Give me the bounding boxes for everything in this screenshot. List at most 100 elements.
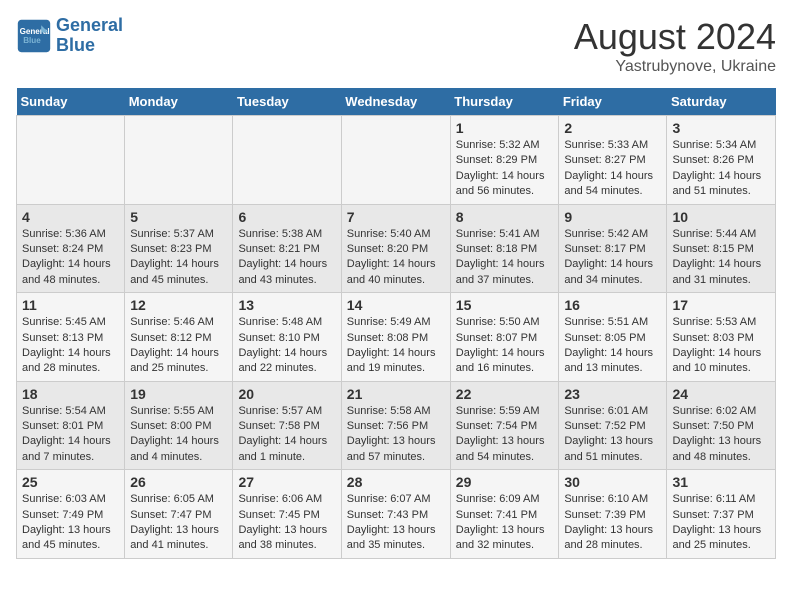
calendar-cell: 2 Sunrise: 5:33 AMSunset: 8:27 PMDaylight… <box>559 116 667 205</box>
day-number: 10 <box>672 209 770 225</box>
calendar-table: SundayMondayTuesdayWednesdayThursdayFrid… <box>16 88 776 559</box>
calendar-cell: 6 Sunrise: 5:38 AMSunset: 8:21 PMDaylight… <box>233 204 341 293</box>
day-info: Sunrise: 5:34 AMSunset: 8:26 PMDaylight:… <box>672 138 770 200</box>
logo-general: General <box>56 15 123 35</box>
calendar-cell: 7 Sunrise: 5:40 AMSunset: 8:20 PMDaylight… <box>341 204 450 293</box>
calendar-week-row: 1 Sunrise: 5:32 AMSunset: 8:29 PMDaylight… <box>17 116 776 205</box>
day-number: 18 <box>22 386 119 402</box>
day-info: Sunrise: 6:02 AMSunset: 7:50 PMDaylight:… <box>672 404 770 466</box>
day-number: 7 <box>347 209 445 225</box>
day-number: 19 <box>130 386 227 402</box>
calendar-week-row: 25 Sunrise: 6:03 AMSunset: 7:49 PMDayligh… <box>17 470 776 559</box>
calendar-cell: 1 Sunrise: 5:32 AMSunset: 8:29 PMDaylight… <box>450 116 559 205</box>
calendar-cell: 17Sunrise: 5:53 AMSunset: 8:03 PMDayligh… <box>667 293 776 382</box>
day-info: Sunrise: 5:33 AMSunset: 8:27 PMDaylight:… <box>564 138 661 200</box>
day-number: 16 <box>564 297 661 313</box>
day-number: 25 <box>22 474 119 490</box>
calendar-week-row: 11 Sunrise: 5:45 AMSunset: 8:13 PMDayligh… <box>17 293 776 382</box>
day-info: Sunrise: 5:42 AMSunset: 8:17 PMDaylight:… <box>564 227 661 289</box>
calendar-cell: 24 Sunrise: 6:02 AMSunset: 7:50 PMDayligh… <box>667 381 776 470</box>
day-number: 14 <box>347 297 445 313</box>
calendar-cell <box>125 116 233 205</box>
calendar-cell: 21 Sunrise: 5:58 AMSunset: 7:56 PMDayligh… <box>341 381 450 470</box>
day-info: Sunrise: 6:11 AMSunset: 7:37 PMDaylight:… <box>672 492 770 554</box>
day-info: Sunrise: 5:41 AMSunset: 8:18 PMDaylight:… <box>456 227 554 289</box>
calendar-cell: 10 Sunrise: 5:44 AMSunset: 8:15 PMDayligh… <box>667 204 776 293</box>
calendar-cell: 3 Sunrise: 5:34 AMSunset: 8:26 PMDaylight… <box>667 116 776 205</box>
col-header-tuesday: Tuesday <box>233 88 341 116</box>
day-info: Sunrise: 6:10 AMSunset: 7:39 PMDaylight:… <box>564 492 661 554</box>
calendar-cell: 9 Sunrise: 5:42 AMSunset: 8:17 PMDaylight… <box>559 204 667 293</box>
calendar-cell: 29Sunrise: 6:09 AMSunset: 7:41 PMDayligh… <box>450 470 559 559</box>
day-info: Sunrise: 5:48 AMSunset: 8:10 PMDaylight:… <box>238 315 335 377</box>
day-number: 3 <box>672 120 770 136</box>
col-header-friday: Friday <box>559 88 667 116</box>
day-info: Sunrise: 5:55 AMSunset: 8:00 PMDaylight:… <box>130 404 227 466</box>
day-number: 6 <box>238 209 335 225</box>
day-info: Sunrise: 6:01 AMSunset: 7:52 PMDaylight:… <box>564 404 661 466</box>
page-header: General Blue General Blue August 2024 Ya… <box>16 16 776 76</box>
calendar-cell: 27Sunrise: 6:06 AMSunset: 7:45 PMDayligh… <box>233 470 341 559</box>
calendar-cell <box>233 116 341 205</box>
day-info: Sunrise: 5:59 AMSunset: 7:54 PMDaylight:… <box>456 404 554 466</box>
day-number: 12 <box>130 297 227 313</box>
day-info: Sunrise: 5:40 AMSunset: 8:20 PMDaylight:… <box>347 227 445 289</box>
calendar-cell: 22 Sunrise: 5:59 AMSunset: 7:54 PMDayligh… <box>450 381 559 470</box>
day-info: Sunrise: 6:05 AMSunset: 7:47 PMDaylight:… <box>130 492 227 554</box>
day-number: 29 <box>456 474 554 490</box>
logo-icon: General Blue <box>16 18 52 54</box>
day-number: 8 <box>456 209 554 225</box>
calendar-cell: 20 Sunrise: 5:57 AMSunset: 7:58 PMDayligh… <box>233 381 341 470</box>
day-info: Sunrise: 5:45 AMSunset: 8:13 PMDaylight:… <box>22 315 119 377</box>
day-info: Sunrise: 5:44 AMSunset: 8:15 PMDaylight:… <box>672 227 770 289</box>
day-number: 31 <box>672 474 770 490</box>
day-info: Sunrise: 5:37 AMSunset: 8:23 PMDaylight:… <box>130 227 227 289</box>
calendar-cell: 18 Sunrise: 5:54 AMSunset: 8:01 PMDayligh… <box>17 381 125 470</box>
day-info: Sunrise: 5:36 AMSunset: 8:24 PMDaylight:… <box>22 227 119 289</box>
logo-text: General Blue <box>56 16 123 56</box>
day-number: 5 <box>130 209 227 225</box>
day-number: 9 <box>564 209 661 225</box>
day-info: Sunrise: 5:58 AMSunset: 7:56 PMDaylight:… <box>347 404 445 466</box>
calendar-cell: 4Sunrise: 5:36 AMSunset: 8:24 PMDaylight… <box>17 204 125 293</box>
day-number: 22 <box>456 386 554 402</box>
calendar-cell: 28Sunrise: 6:07 AMSunset: 7:43 PMDayligh… <box>341 470 450 559</box>
day-info: Sunrise: 5:49 AMSunset: 8:08 PMDaylight:… <box>347 315 445 377</box>
calendar-cell: 13Sunrise: 5:48 AMSunset: 8:10 PMDayligh… <box>233 293 341 382</box>
title-block: August 2024 Yastrubynove, Ukraine <box>574 16 776 76</box>
col-header-monday: Monday <box>125 88 233 116</box>
day-number: 21 <box>347 386 445 402</box>
day-info: Sunrise: 5:50 AMSunset: 8:07 PMDaylight:… <box>456 315 554 377</box>
calendar-cell <box>341 116 450 205</box>
day-info: Sunrise: 6:07 AMSunset: 7:43 PMDaylight:… <box>347 492 445 554</box>
calendar-cell: 25 Sunrise: 6:03 AMSunset: 7:49 PMDayligh… <box>17 470 125 559</box>
day-info: Sunrise: 6:03 AMSunset: 7:49 PMDaylight:… <box>22 492 119 554</box>
day-number: 1 <box>456 120 554 136</box>
day-info: Sunrise: 5:46 AMSunset: 8:12 PMDaylight:… <box>130 315 227 377</box>
col-header-saturday: Saturday <box>667 88 776 116</box>
logo-blue: Blue <box>56 35 95 55</box>
calendar-cell: 26 Sunrise: 6:05 AMSunset: 7:47 PMDayligh… <box>125 470 233 559</box>
calendar-cell: 14 Sunrise: 5:49 AMSunset: 8:08 PMDayligh… <box>341 293 450 382</box>
day-number: 26 <box>130 474 227 490</box>
col-header-sunday: Sunday <box>17 88 125 116</box>
calendar-week-row: 18 Sunrise: 5:54 AMSunset: 8:01 PMDayligh… <box>17 381 776 470</box>
day-number: 11 <box>22 297 119 313</box>
page-subtitle: Yastrubynove, Ukraine <box>574 58 776 76</box>
calendar-cell: 23Sunrise: 6:01 AMSunset: 7:52 PMDayligh… <box>559 381 667 470</box>
day-info: Sunrise: 6:06 AMSunset: 7:45 PMDaylight:… <box>238 492 335 554</box>
day-number: 15 <box>456 297 554 313</box>
day-number: 2 <box>564 120 661 136</box>
calendar-cell: 31 Sunrise: 6:11 AMSunset: 7:37 PMDayligh… <box>667 470 776 559</box>
page-title: August 2024 <box>574 16 776 58</box>
day-number: 24 <box>672 386 770 402</box>
calendar-cell: 11 Sunrise: 5:45 AMSunset: 8:13 PMDayligh… <box>17 293 125 382</box>
calendar-week-row: 4Sunrise: 5:36 AMSunset: 8:24 PMDaylight… <box>17 204 776 293</box>
day-info: Sunrise: 5:54 AMSunset: 8:01 PMDaylight:… <box>22 404 119 466</box>
day-number: 20 <box>238 386 335 402</box>
day-info: Sunrise: 5:51 AMSunset: 8:05 PMDaylight:… <box>564 315 661 377</box>
day-info: Sunrise: 5:57 AMSunset: 7:58 PMDaylight:… <box>238 404 335 466</box>
col-header-thursday: Thursday <box>450 88 559 116</box>
day-info: Sunrise: 5:38 AMSunset: 8:21 PMDaylight:… <box>238 227 335 289</box>
day-info: Sunrise: 5:32 AMSunset: 8:29 PMDaylight:… <box>456 138 554 200</box>
